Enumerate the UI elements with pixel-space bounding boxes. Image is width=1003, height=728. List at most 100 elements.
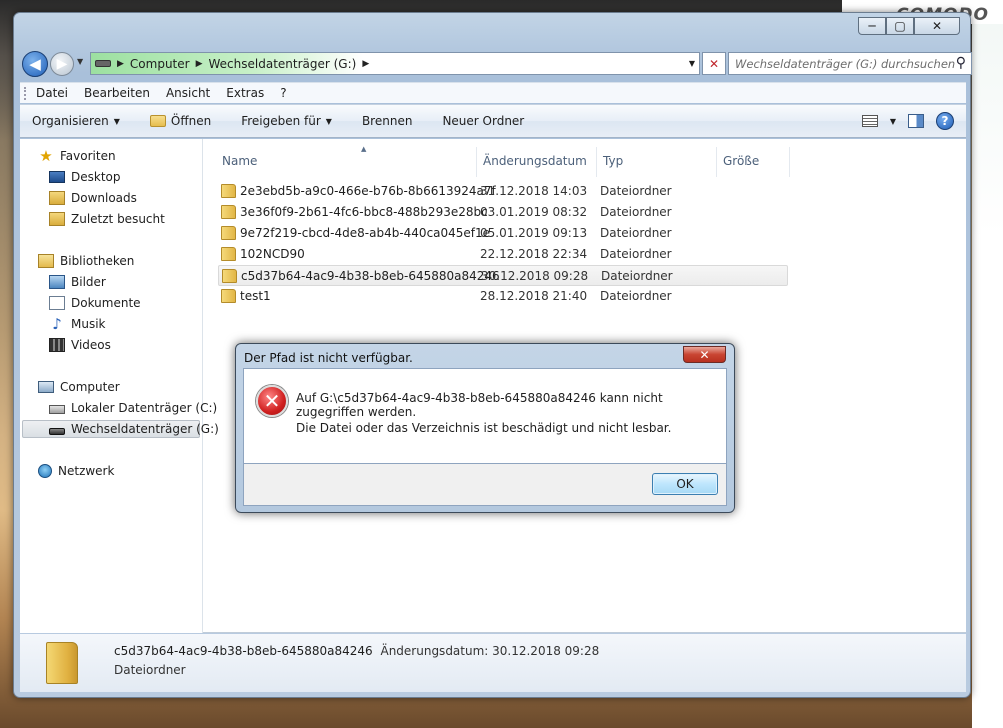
menu-help[interactable]: ? — [280, 86, 286, 100]
folder-icon — [221, 226, 236, 240]
stop-loading-icon[interactable]: ✕ — [702, 52, 726, 75]
menu-datei[interactable]: Datei — [36, 86, 68, 100]
share-label: Freigeben für — [241, 114, 321, 128]
preview-pane-icon[interactable] — [908, 114, 924, 128]
minimize-button[interactable]: ─ — [858, 17, 886, 35]
column-header-type[interactable]: Typ — [597, 147, 717, 177]
nav-desktop[interactable]: Desktop — [49, 170, 121, 184]
share-button[interactable]: Freigeben für ▼ — [241, 114, 332, 128]
nav-pictures[interactable]: Bilder — [49, 275, 106, 289]
chevron-right-icon[interactable]: ▶ — [117, 59, 124, 69]
libraries-icon — [38, 254, 54, 268]
organize-label: Organisieren — [32, 114, 109, 128]
nav-label: Netzwerk — [58, 464, 115, 478]
chevron-right-icon[interactable]: ▶ — [362, 59, 369, 69]
nav-videos[interactable]: Videos — [49, 338, 111, 352]
file-date: 05.01.2019 09:13 — [480, 226, 588, 240]
file-row[interactable]: 102NCD90 22.12.2018 22:34 Dateiordner — [218, 244, 788, 265]
nav-computer[interactable]: Computer — [38, 380, 120, 394]
navigation-bar: ◀ ▶ ▼ ▶ Computer ▶ Wechseldatenträger (G… — [20, 49, 972, 79]
nav-label: Musik — [71, 317, 106, 331]
nav-label: Bilder — [71, 275, 106, 289]
nav-favorites[interactable]: ★ Favoriten — [38, 147, 116, 165]
search-placeholder: Wechseldatenträger (G:) durchsuchen — [735, 57, 956, 71]
folder-icon — [221, 247, 236, 261]
column-header-size[interactable]: Größe — [717, 147, 790, 177]
file-row[interactable]: 3e36f0f9-2b61-4fc6-bbc8-488b293e28bc 03.… — [218, 202, 788, 223]
nav-label: Bibliotheken — [60, 254, 135, 268]
error-x-icon: ✕ — [256, 385, 288, 417]
chevron-right-icon[interactable]: ▶ — [196, 59, 203, 69]
file-name: 9e72f219-cbcd-4de8-ab4b-440ca045ef1e — [240, 226, 491, 240]
dialog-footer: OK — [243, 464, 727, 506]
nav-libraries[interactable]: Bibliotheken — [38, 254, 134, 268]
open-button[interactable]: Öffnen — [149, 114, 212, 128]
pictures-icon — [49, 275, 65, 289]
menu-ansicht[interactable]: Ansicht — [166, 86, 210, 100]
open-label: Öffnen — [170, 114, 212, 128]
command-bar: Organisieren ▼ Öffnen Freigeben für ▼ Bren… — [20, 104, 966, 138]
file-name: 3e36f0f9-2b61-4fc6-bbc8-488b293e28bc — [240, 205, 488, 219]
details-date: Änderungsdatum: 30.12.2018 09:28 — [380, 644, 600, 658]
new-folder-button[interactable]: Neuer Ordner — [442, 114, 524, 128]
nav-label: Computer — [60, 380, 120, 394]
nav-label: Wechseldatenträger (G:) — [71, 422, 219, 436]
menu-bearbeiten[interactable]: Bearbeiten — [84, 86, 150, 100]
menu-extras[interactable]: Extras — [226, 86, 264, 100]
dialog-message-primary: Auf G:\c5d37b64-4ac9-4b38-b8eb-645880a84… — [296, 391, 663, 419]
burn-button[interactable]: Brennen — [362, 114, 412, 128]
back-arrow-icon[interactable]: ◀ — [22, 51, 48, 77]
file-row[interactable]: test1 28.12.2018 21:40 Dateiordner — [218, 286, 788, 307]
nav-documents[interactable]: Dokumente — [49, 296, 141, 310]
menu-bar: Datei Bearbeiten Ansicht Extras ? — [20, 82, 966, 103]
nav-network[interactable]: Netzwerk — [38, 464, 114, 478]
documents-icon — [49, 296, 65, 310]
folder-icon — [222, 269, 237, 283]
breadcrumb-drive[interactable]: Wechseldatenträger (G:) — [209, 57, 357, 71]
downloads-icon — [49, 191, 65, 205]
file-date: 28.12.2018 21:40 — [480, 289, 588, 303]
menu-grip — [24, 86, 28, 100]
file-row-selected[interactable]: c5d37b64-4ac9-4b38-b8eb-645880a84246 30.… — [218, 265, 788, 286]
details-pane: c5d37b64-4ac9-4b38-b8eb-645880a84246 Änd… — [20, 634, 966, 692]
ok-button[interactable]: OK — [652, 473, 718, 495]
file-name: test1 — [240, 289, 271, 303]
forward-arrow-icon[interactable]: ▶ — [50, 52, 74, 76]
desktop-icon — [49, 171, 65, 183]
search-icon[interactable]: ⚲ — [956, 55, 966, 71]
nav-label: Favoriten — [60, 149, 116, 163]
star-icon: ★ — [39, 147, 53, 165]
nav-music[interactable]: ♪ Musik — [49, 317, 106, 332]
column-header-name[interactable]: ▲ Name — [216, 145, 477, 177]
file-type: Dateiordner — [600, 247, 672, 261]
search-input[interactable]: Wechseldatenträger (G:) durchsuchen ⚲ — [728, 52, 972, 75]
background-app-strip — [972, 24, 1003, 728]
nav-recent[interactable]: Zuletzt besucht — [49, 212, 165, 226]
file-type: Dateiordner — [600, 226, 672, 240]
organize-button[interactable]: Organisieren ▼ — [32, 114, 120, 128]
close-window-button[interactable]: ✕ — [914, 17, 960, 35]
nav-label: Videos — [71, 338, 111, 352]
column-label: Name — [222, 154, 258, 168]
file-name: 2e3ebd5b-a9c0-466e-b76b-8b6613924a7f — [240, 184, 496, 198]
file-row[interactable]: 9e72f219-cbcd-4de8-ab4b-440ca045ef1e 05.… — [218, 223, 788, 244]
file-row[interactable]: 2e3ebd5b-a9c0-466e-b76b-8b6613924a7f 31.… — [218, 181, 788, 202]
hard-drive-icon — [49, 405, 65, 414]
column-header-date[interactable]: Änderungsdatum — [477, 147, 597, 177]
dialog-close-button[interactable]: ✕ — [683, 346, 726, 363]
sort-arrow-icon: ▲ — [361, 145, 367, 153]
breadcrumb-computer[interactable]: Computer — [130, 57, 190, 71]
view-options-icon[interactable] — [861, 115, 878, 127]
chevron-down-icon[interactable]: ▼ — [890, 117, 896, 126]
help-icon[interactable]: ? — [936, 112, 954, 130]
nav-downloads[interactable]: Downloads — [49, 191, 137, 205]
file-type: Dateiordner — [601, 269, 673, 283]
maximize-button[interactable]: ▢ — [886, 17, 914, 35]
drive-icon — [95, 60, 111, 67]
nav-local-disk[interactable]: Lokaler Datenträger (C:) — [49, 401, 217, 415]
address-dropdown-icon[interactable]: ▼ — [689, 59, 695, 68]
nav-removable-drive[interactable]: Wechseldatenträger (G:) — [22, 420, 219, 438]
burn-label: Brennen — [361, 114, 413, 128]
address-bar[interactable]: ▶ Computer ▶ Wechseldatenträger (G:) ▶ ▼ — [90, 52, 700, 75]
history-dropdown-icon[interactable]: ▼ — [77, 57, 83, 66]
